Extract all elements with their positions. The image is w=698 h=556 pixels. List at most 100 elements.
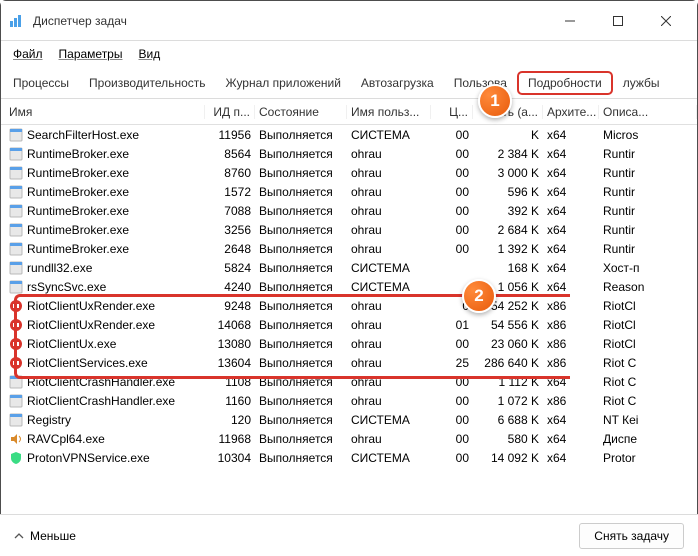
cell-user: ohrau	[347, 147, 431, 161]
col-pid[interactable]: ИД п...	[205, 105, 255, 119]
cell-desc: Riot C	[599, 394, 697, 408]
cell-name: RuntimeBroker.exe	[5, 223, 205, 237]
table-row[interactable]: RiotClientUxRender.exe9248Выполняетсяohr…	[1, 296, 697, 315]
tab-apphistory[interactable]: Журнал приложений	[216, 70, 351, 96]
table-row[interactable]: ProtonVPNService.exe10304ВыполняетсяСИСТ…	[1, 448, 697, 467]
cell-name: Registry	[5, 413, 205, 427]
cell-pid: 4240	[205, 280, 255, 294]
cell-user: СИСТЕМА	[347, 413, 431, 427]
cell-cpu: 00	[431, 375, 473, 389]
col-status[interactable]: Состояние	[255, 105, 347, 119]
cell-user: ohrau	[347, 337, 431, 351]
cell-status: Выполняется	[255, 147, 347, 161]
tab-details[interactable]: Подробности	[517, 71, 613, 95]
cell-cpu: 00	[431, 413, 473, 427]
cell-desc: NT Кеi	[599, 413, 697, 427]
callout-badge-1: 1	[478, 84, 512, 118]
cell-user: СИСТЕМА	[347, 261, 431, 275]
table-row[interactable]: RuntimeBroker.exe7088Выполняетсяohrau003…	[1, 201, 697, 220]
close-button[interactable]	[643, 5, 689, 37]
cell-name: RuntimeBroker.exe	[5, 185, 205, 199]
cell-status: Выполняется	[255, 356, 347, 370]
col-arch[interactable]: Архите...	[543, 105, 599, 119]
table-row[interactable]: RiotClientUx.exe13080Выполняетсяohrau002…	[1, 334, 697, 353]
cell-mem: 580 K	[473, 432, 543, 446]
tab-processes[interactable]: Процессы	[3, 70, 79, 96]
col-name[interactable]: Имя	[5, 105, 205, 119]
cell-status: Выполняется	[255, 318, 347, 332]
cell-mem: 1 112 K	[473, 375, 543, 389]
table-row[interactable]: RiotClientCrashHandler.exe1160Выполняетс…	[1, 391, 697, 410]
table-row[interactable]: RiotClientUxRender.exe14068Выполняетсяoh…	[1, 315, 697, 334]
cell-name: rundll32.exe	[5, 261, 205, 275]
maximize-button[interactable]	[595, 5, 641, 37]
cell-user: ohrau	[347, 223, 431, 237]
tab-startup[interactable]: Автозагрузка	[351, 70, 444, 96]
table-row[interactable]: RAVCpl64.exe11968Выполняетсяohrau00580 K…	[1, 429, 697, 448]
cell-cpu: 25	[431, 356, 473, 370]
col-user[interactable]: Имя польз...	[347, 105, 431, 119]
table-row[interactable]: RuntimeBroker.exe1572Выполняетсяohrau005…	[1, 182, 697, 201]
cell-arch: x64	[543, 166, 599, 180]
cell-user: ohrau	[347, 299, 431, 313]
table-row[interactable]: RuntimeBroker.exe8564Выполняетсяohrau002…	[1, 144, 697, 163]
cell-desc: Runtir	[599, 223, 697, 237]
tab-services[interactable]: лужбы	[613, 70, 670, 96]
cell-status: Выполняется	[255, 261, 347, 275]
menu-file[interactable]: Файл	[5, 43, 51, 65]
cell-status: Выполняется	[255, 299, 347, 313]
table-row[interactable]: RuntimeBroker.exe8760Выполняетсяohrau003…	[1, 163, 697, 182]
table-row[interactable]: SearchFilterHost.exe11956ВыполняетсяСИСТ…	[1, 125, 697, 144]
cell-mem: 1 072 K	[473, 394, 543, 408]
cell-name: RiotClientCrashHandler.exe	[5, 394, 205, 408]
cell-cpu: 01	[431, 318, 473, 332]
table-row[interactable]: RuntimeBroker.exe3256Выполняетсяohrau002…	[1, 220, 697, 239]
cell-arch: x86	[543, 356, 599, 370]
cell-name: RuntimeBroker.exe	[5, 242, 205, 256]
cell-mem: 1 392 K	[473, 242, 543, 256]
menu-view[interactable]: Вид	[130, 43, 168, 65]
table-row[interactable]: rundll32.exe5824ВыполняетсяСИСТЕМА168 Kx…	[1, 258, 697, 277]
table-row[interactable]: rsSyncSvc.exe4240ВыполняетсяСИСТЕМА1 056…	[1, 277, 697, 296]
cell-status: Выполняется	[255, 280, 347, 294]
cell-status: Выполняется	[255, 223, 347, 237]
end-task-button[interactable]: Снять задачу	[579, 523, 684, 549]
cell-arch: x64	[543, 147, 599, 161]
fewer-button[interactable]: Меньше	[14, 529, 76, 543]
cell-arch: x86	[543, 299, 599, 313]
menubar: Файл Параметры Вид	[1, 41, 697, 67]
table-row[interactable]: RiotClientServices.exe13604Выполняетсяoh…	[1, 353, 697, 372]
cell-name: RiotClientServices.exe	[5, 356, 205, 370]
cell-name: RiotClientUxRender.exe	[5, 318, 205, 332]
cell-arch: x64	[543, 451, 599, 465]
table-row[interactable]: Registry120ВыполняетсяСИСТЕМА006 688 Kx6…	[1, 410, 697, 429]
cell-pid: 2648	[205, 242, 255, 256]
minimize-button[interactable]	[547, 5, 593, 37]
cell-user: СИСТЕМА	[347, 128, 431, 142]
col-cpu[interactable]: Ц...	[431, 105, 473, 119]
cell-desc: RiotCl	[599, 299, 697, 313]
cell-pid: 8564	[205, 147, 255, 161]
tabs: Процессы Производительность Журнал прило…	[1, 67, 697, 99]
fewer-label: Меньше	[30, 529, 76, 543]
menu-options[interactable]: Параметры	[51, 43, 131, 65]
cell-name: SearchFilterHost.exe	[5, 128, 205, 142]
cell-user: ohrau	[347, 375, 431, 389]
table-row[interactable]: RiotClientCrashHandler.exe1108Выполняетс…	[1, 372, 697, 391]
cell-arch: x64	[543, 185, 599, 199]
cell-arch: x86	[543, 318, 599, 332]
cell-arch: x64	[543, 280, 599, 294]
cell-name: RiotClientUxRender.exe	[5, 299, 205, 313]
cell-pid: 3256	[205, 223, 255, 237]
cell-cpu: 00	[431, 394, 473, 408]
cell-status: Выполняется	[255, 432, 347, 446]
cell-name: RuntimeBroker.exe	[5, 166, 205, 180]
cell-user: ohrau	[347, 166, 431, 180]
table-row[interactable]: RuntimeBroker.exe2648Выполняетсяohrau001…	[1, 239, 697, 258]
cell-desc: RiotCl	[599, 337, 697, 351]
cell-desc: Reason	[599, 280, 697, 294]
cell-pid: 8760	[205, 166, 255, 180]
col-desc[interactable]: Описа...	[599, 105, 697, 119]
tab-performance[interactable]: Производительность	[79, 70, 215, 96]
cell-mem: 168 K	[473, 261, 543, 275]
